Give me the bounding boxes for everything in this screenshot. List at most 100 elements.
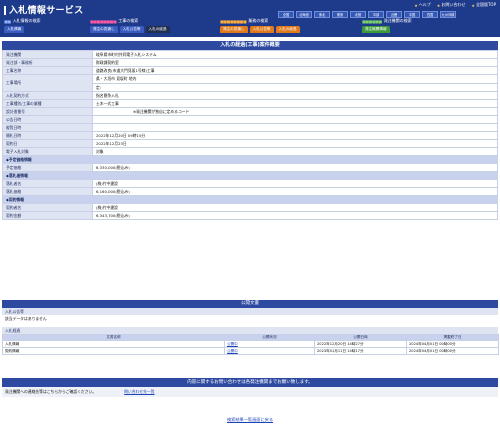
star-icon: ★ [436, 2, 441, 8]
public-documents-panel: 公開文書 入札公告等 該当データはありません 入札経過 文書名称 公開状況 公開… [2, 300, 499, 355]
bid-search-group: ■■ 入札情報の検索 入札情報 [4, 18, 41, 33]
field-label: 契約金額 [2, 211, 93, 220]
region-button[interactable]: 九州沖縄 [440, 11, 456, 18]
documents-table: 文書名称 公開状況 公開日時 掲載終了日 入札情報 公開中 2022年12月20… [2, 334, 499, 355]
field-label: 入札契約方式 [2, 91, 93, 100]
field-value: 対象 [92, 147, 498, 156]
field-value [92, 115, 498, 124]
table-row: 開札日時 2022年12月20日 09時15分 [2, 131, 498, 140]
field-label: 発注機関 [2, 50, 93, 59]
contact-list-link[interactable]: 問い合わせ先一覧 [124, 389, 154, 395]
doc-end: 2024年04月01日 00時00分 [406, 347, 499, 355]
location-sub: 定: [93, 83, 497, 91]
back-to-results-link[interactable]: 検索結果一覧画面に戻る [0, 417, 500, 423]
category-title: 業務の検索 [248, 18, 269, 23]
field-label: 縦覧日時 [2, 123, 93, 132]
region-button[interactable]: 中部 [368, 11, 384, 18]
region-button[interactable]: 近畿 [386, 11, 402, 18]
tab-service-progress[interactable]: 入札の経過 [275, 26, 300, 33]
field-value: 県・大垣市 見坂町 地内 定: [92, 74, 498, 92]
notice-label: 入札公告等 [2, 308, 498, 315]
contact-text: 発注機関への連絡先等はこちらからご確認ください。 [5, 389, 97, 394]
tab-construction-outlook[interactable]: 発注の見通し [90, 26, 118, 33]
field-label: 工事場所 [2, 74, 93, 92]
field-value: 6,343,700(税込み) [92, 211, 498, 220]
doc-published: 2022年12月20日 14時27分 [314, 340, 407, 348]
notice-value: 該当データはありません [5, 316, 47, 321]
table-row: 縦覧日時 [2, 123, 498, 132]
table-row: 設計書番号 ※発注機関が独自に定めるコード [2, 107, 498, 116]
table-row: 発注部・事務所 財政課契約室 [2, 58, 498, 67]
field-value: 2022年12月20日 09時15分 [92, 131, 498, 140]
project-summary-table: 発注機関 岐阜県市町村共同電子入札システム 発注部・事務所 財政課契約室 工事名称道… [2, 50, 498, 220]
national-top-link[interactable]: ★ 全国版TOP [471, 2, 496, 8]
field-label: 設計書番号 [2, 107, 93, 116]
doc-status-link[interactable]: 公開中 [224, 340, 315, 348]
table-row: 入札情報 公開中 2022年12月20日 14時27分 2024年04月01日 … [2, 340, 499, 348]
section-heading-price: ◆予定価格情報 [2, 155, 498, 164]
region-button[interactable]: 北海道 [296, 11, 312, 18]
field-label: 契約日 [2, 139, 93, 148]
dots-decoration: ■■■■■■ [362, 18, 382, 24]
help-link[interactable]: ★ ヘルプ [414, 2, 431, 8]
table-row: 工事名称 道路改良(市道大門見坂1号線)工事 [2, 66, 498, 75]
field-label: 電子入札対象 [2, 147, 93, 156]
top-links: ★ ヘルプ ★ お問い合わせ ★ 全国版TOP [414, 2, 496, 8]
contact-panel: 内容に関するお問い合わせは各発注機関までお願い致します。 発注機関への連絡先等は… [2, 378, 498, 397]
tab-service-outlook[interactable]: 発注の見通し [220, 26, 248, 33]
field-value: 指名競争入札 [92, 91, 498, 100]
table-row: 電子入札対象 対象 [2, 147, 498, 156]
field-value [92, 123, 498, 132]
field-value: 2022年12月23日 [92, 139, 498, 148]
tab-agency-info[interactable]: 発注機関情報 [362, 26, 390, 33]
table-row: 入札契約方式 指名競争入札 [2, 91, 498, 100]
field-label: 契約者名 [2, 203, 93, 212]
star-icon: ★ [471, 2, 475, 8]
tab-service-notices[interactable]: 入札公告等 [249, 26, 274, 33]
field-value: 財政課契約室 [92, 58, 498, 67]
table-row: 落札者名 (株)竹中建設 [2, 179, 498, 188]
region-button[interactable]: 北陸 [350, 11, 366, 18]
progress-label: 入札経過 [2, 327, 498, 334]
region-button[interactable]: 全国 [278, 11, 294, 18]
category-title: 発注機関の検索 [383, 18, 412, 23]
field-value: 土木一式工事 [92, 99, 498, 108]
table-row: 公告日時 [2, 115, 498, 124]
table-row: 発注機関 岐阜県市町村共同電子入札システム [2, 50, 498, 59]
field-label: 予定価格 [2, 163, 93, 172]
star-icon: ★ [414, 2, 418, 8]
tab-construction-notices[interactable]: 入札公告等 [119, 26, 144, 33]
field-value: 6,330,000(税込み) [92, 163, 498, 172]
field-label: 公告日時 [2, 115, 93, 124]
dots-decoration: ■■■■■■■■ [220, 18, 247, 24]
table-row: 契約者名 (株)竹中建設 [2, 203, 498, 212]
table-row: 契約金額 6,343,700(税込み) [2, 211, 498, 220]
dots-decoration: ■■ [4, 18, 11, 24]
site-title[interactable]: 入札情報サービス [4, 3, 83, 16]
contact-link[interactable]: ★ お問い合わせ [437, 2, 466, 8]
section-row: ◆契約情報 [2, 195, 498, 204]
field-label: 工事種別/工事の業種 [2, 99, 93, 108]
tab-construction-progress[interactable]: 入札の経過 [145, 26, 170, 33]
field-value: 岐阜県市町村共同電子入札システム [92, 50, 498, 59]
region-button[interactable]: 四国 [422, 11, 438, 18]
doc-status-link[interactable]: 公開中 [224, 347, 315, 355]
category-title: 工事の検索 [118, 18, 139, 23]
table-row: 契約情報 公開中 2023年01月11日 14時17分 2024年04月01日 … [2, 347, 499, 355]
field-value: 6,160,000(税込み) [92, 187, 498, 196]
field-value: (株)竹中建設 [92, 179, 498, 188]
region-button[interactable]: 中国 [404, 11, 420, 18]
table-row: 工事種別/工事の業種 土木一式工事 [2, 99, 498, 108]
agency-search-group: ■■■■■■ 発注機関の検索 発注機関情報 [362, 18, 412, 33]
doc-name: 入札情報 [2, 340, 225, 348]
table-row: 契約日 2022年12月23日 [2, 139, 498, 148]
region-button[interactable]: 関東 [332, 11, 348, 18]
region-button[interactable]: 東北 [314, 11, 330, 18]
doc-published: 2023年01月11日 14時17分 [314, 347, 407, 355]
section-heading-contract: ◆契約情報 [2, 195, 498, 204]
field-label: 工事名称 [2, 66, 93, 75]
construction-search-group: ■■■■■■■■ 工事の検索 発注の見通し 入札公告等 入札の経過 [90, 18, 170, 33]
region-selector: 全国 北海道 東北 関東 北陸 中部 近畿 中国 四国 九州沖縄 [278, 11, 456, 18]
tab-bid-info[interactable]: 入札情報 [4, 26, 25, 33]
field-label: 発注部・事務所 [2, 58, 93, 67]
